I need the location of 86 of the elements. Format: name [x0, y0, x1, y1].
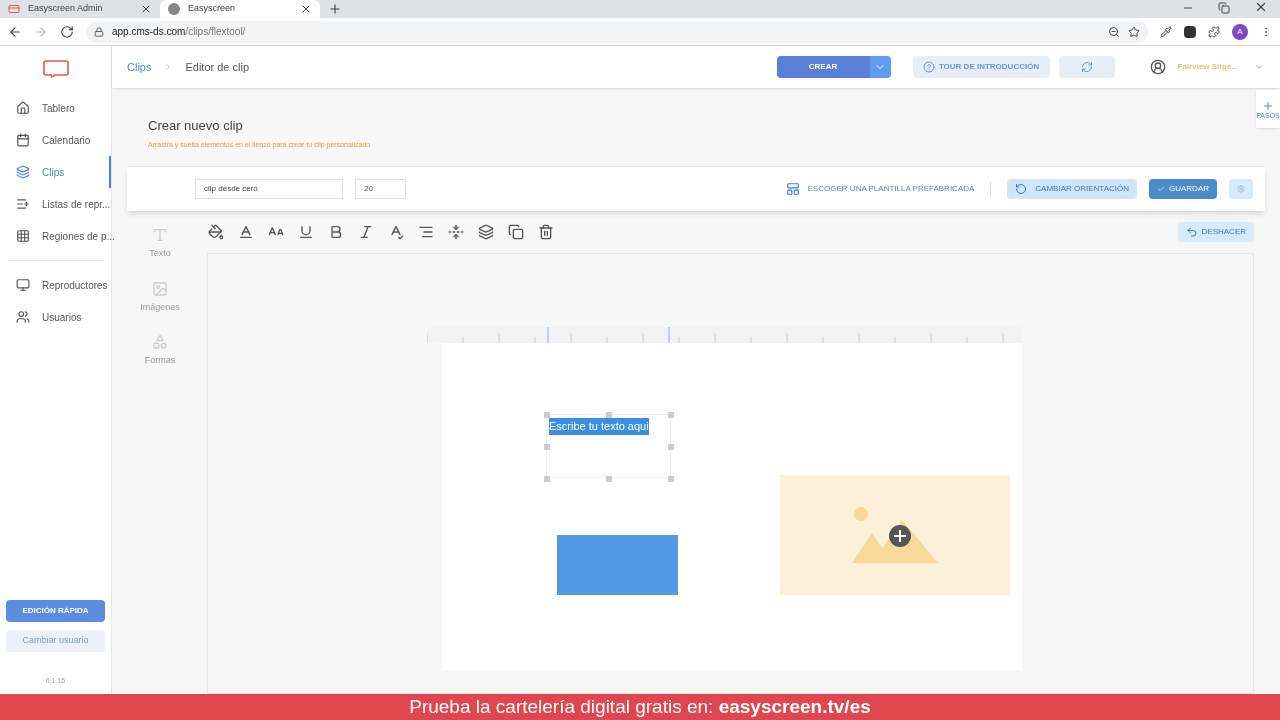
undo-button[interactable]: DESHACER — [1177, 222, 1254, 242]
home-icon — [16, 101, 30, 115]
quick-edit-button[interactable]: EDICIÓN RÁPIDA — [6, 599, 105, 622]
tab-icon — [8, 3, 20, 15]
tab-title: Easyscreen Admin — [28, 2, 104, 16]
avatar-icon[interactable] — [1149, 59, 1166, 75]
sidebar-item[interactable]: Clips — [0, 156, 111, 188]
tool-item[interactable]: Imágenes — [140, 280, 180, 314]
underline-icon[interactable] — [298, 224, 314, 240]
restore-icon[interactable] — [1218, 2, 1230, 14]
save-button[interactable]: GUARDAR — [1149, 179, 1217, 199]
duplicate-icon[interactable] — [508, 224, 524, 240]
promo-link[interactable]: easyscreen.tv/es — [718, 695, 871, 717]
extension-icon[interactable] — [1184, 25, 1196, 38]
tab-icon — [168, 3, 180, 15]
fill-color-icon[interactable] — [208, 224, 224, 240]
resize-handle[interactable] — [544, 412, 550, 418]
spellcheck-icon[interactable] — [388, 224, 404, 240]
help-icon — [922, 61, 935, 73]
sidebar-item[interactable]: Reproductores — [0, 269, 111, 301]
layers-icon[interactable] — [478, 224, 494, 240]
bold-icon[interactable] — [328, 224, 344, 240]
duration-field[interactable]: 20 — [355, 179, 406, 199]
new-tab-icon[interactable] — [328, 2, 342, 16]
create-button[interactable]: CREAR — [776, 56, 870, 78]
url-text: app.cms-ds.com/clips/flextool/ — [112, 25, 247, 39]
template-button[interactable]: ESCOGER UNA PLANTILLA PREFABRICADA — [785, 182, 992, 196]
change-user-button[interactable]: Cambiar usuario — [6, 629, 105, 652]
resize-handle[interactable] — [668, 444, 674, 450]
people-icon — [16, 310, 30, 324]
stack-icon — [16, 165, 30, 179]
resize-handle[interactable] — [606, 476, 612, 482]
resize-handle[interactable] — [544, 444, 550, 450]
calendar-icon — [16, 133, 30, 147]
eyedropper-icon[interactable] — [1160, 25, 1172, 38]
check-icon — [1157, 185, 1165, 193]
logo-icon — [42, 60, 69, 78]
line-spacing-icon[interactable] — [448, 224, 464, 240]
orientation-button[interactable]: CAMBIAR ORIENTACIÓN — [1007, 179, 1137, 199]
template-icon — [785, 182, 800, 196]
sidebar-item[interactable]: Listas de repr... — [0, 188, 111, 220]
settings-icon — [1237, 185, 1245, 193]
page-title: Crear nuevo clip — [148, 117, 244, 135]
align-icon[interactable] — [418, 224, 434, 240]
tool-item[interactable]: Texto — [149, 227, 171, 261]
text-icon — [152, 227, 168, 243]
address-bar[interactable]: app.cms-ds.com/clips/flextool/ — [86, 20, 1148, 43]
plus-icon — [1262, 99, 1274, 112]
lock-icon — [94, 26, 104, 37]
puzzle-icon[interactable] — [1208, 25, 1220, 38]
reload-icon[interactable] — [60, 24, 74, 39]
resize-handle[interactable] — [544, 476, 550, 482]
breadcrumb-current: Editor de clip — [185, 59, 250, 75]
sidebar-item[interactable]: Tablero — [0, 92, 111, 124]
zoom-icon[interactable] — [1108, 25, 1120, 38]
close-icon[interactable] — [1254, 0, 1268, 14]
browser-tab[interactable]: Easyscreen — [160, 0, 320, 18]
breadcrumb-link[interactable]: Clips — [127, 58, 152, 76]
promo-banner-text: Prueba la cartelería digital gratis en: easyscreen.tv/es — [409, 694, 871, 719]
shapes-icon — [152, 334, 168, 350]
undo-icon — [1185, 226, 1198, 238]
tour-button[interactable]: TOUR DE INTRODUCCIÓN — [912, 56, 1050, 78]
refresh-icon — [1080, 61, 1093, 73]
resize-handle[interactable] — [668, 476, 674, 482]
text-color-icon[interactable] — [238, 224, 254, 240]
browser-tab[interactable]: Easyscreen Admin — [0, 0, 160, 18]
resize-handle[interactable] — [606, 412, 612, 418]
clip-name-field[interactable]: clip desde cero — [195, 179, 343, 199]
monitor-icon — [16, 278, 30, 292]
delete-icon[interactable] — [538, 224, 554, 240]
close-icon[interactable] — [300, 3, 312, 15]
profile-avatar[interactable]: A — [1232, 23, 1248, 40]
image-icon — [152, 280, 168, 297]
close-icon[interactable] — [140, 3, 152, 15]
tab-title: Easyscreen — [188, 2, 237, 16]
selected-text[interactable]: Escribe tu texto aqui — [549, 418, 649, 435]
list-icon — [16, 197, 30, 211]
grid-icon — [16, 229, 30, 243]
sidebar-item[interactable]: Calendario — [0, 124, 111, 156]
star-icon[interactable] — [1128, 25, 1140, 38]
rotate-icon — [1015, 183, 1028, 195]
resize-handle[interactable] — [668, 412, 674, 418]
tool-item[interactable]: Formas — [144, 334, 176, 368]
italic-icon[interactable] — [358, 224, 374, 240]
sidebar-item[interactable]: Usuarios — [0, 301, 111, 333]
back-icon[interactable] — [8, 24, 22, 39]
